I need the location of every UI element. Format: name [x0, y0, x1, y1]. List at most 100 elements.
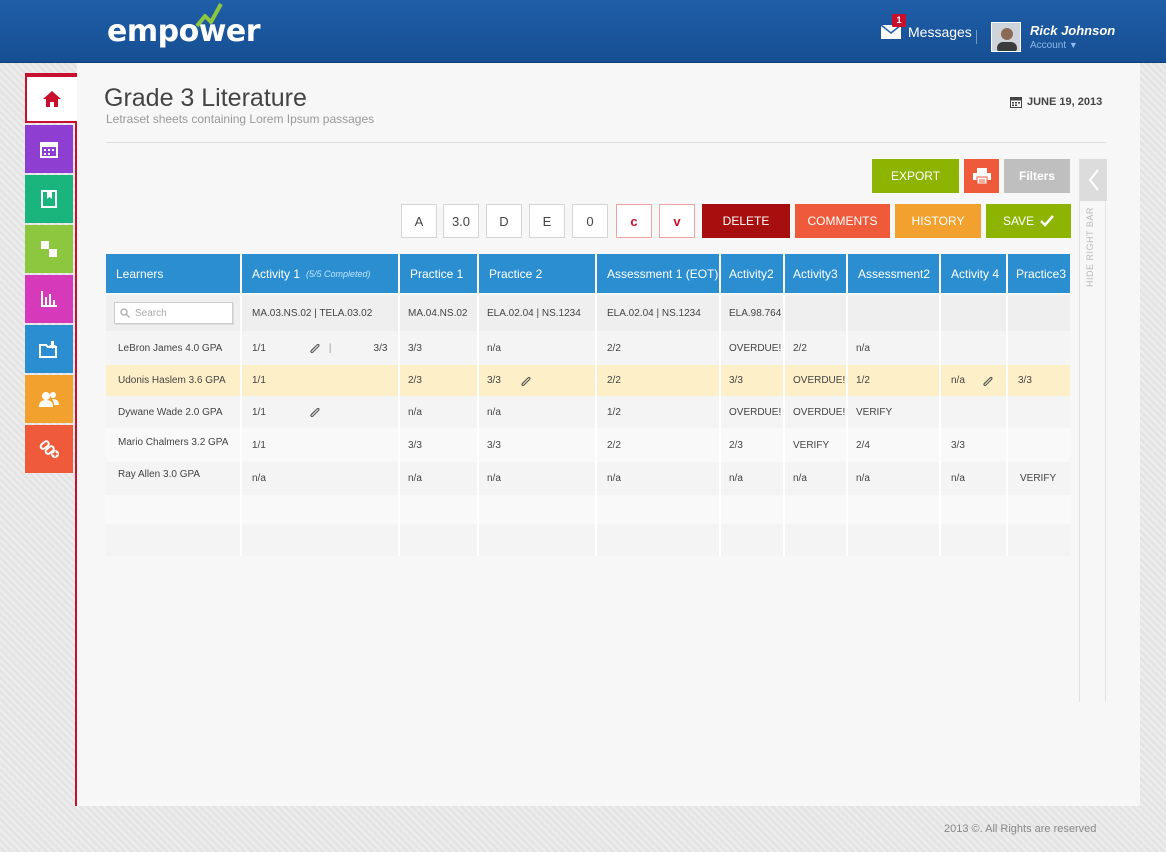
grade-cell[interactable]: 3/3 [1008, 365, 1070, 396]
grade-cell[interactable]: n/a [479, 462, 597, 495]
table-row[interactable]: Ray Allen 3.0 GPA n/a n/a n/a n/a n/a n/… [106, 462, 1070, 495]
grade-cell[interactable]: n/a [941, 365, 1008, 396]
save-button[interactable]: SAVE [986, 204, 1071, 238]
sidebar-item-links[interactable] [25, 425, 73, 473]
grade-button-e[interactable]: E [529, 204, 565, 238]
column-header-activity3[interactable]: Activity3 [785, 254, 848, 293]
learner-name[interactable]: LeBron James 4.0 GPA [106, 331, 242, 365]
grade-cell[interactable] [941, 331, 1008, 365]
comments-button[interactable]: COMMENTS [795, 204, 890, 238]
grade-cell[interactable]: 2/2 [785, 331, 848, 365]
logo[interactable]: empower [107, 3, 261, 54]
filters-button[interactable]: Filters [1004, 159, 1070, 193]
search-input[interactable]: Search [114, 302, 233, 324]
grade-cell[interactable]: n/a [785, 462, 848, 495]
grade-cell[interactable]: OVERDUE! [785, 365, 848, 396]
grade-cell[interactable]: 3/3 [400, 428, 479, 462]
learner-name[interactable]: Ray Allen 3.0 GPA [106, 462, 242, 495]
grade-cell[interactable]: 1/1 [242, 365, 400, 396]
grade-cell[interactable]: n/a [848, 331, 941, 365]
grade-button-a[interactable]: A [401, 204, 437, 238]
grade-cell[interactable] [941, 396, 1008, 428]
sidebar-item-book[interactable] [25, 175, 73, 223]
user-name[interactable]: Rick Johnson [1030, 23, 1115, 38]
column-header-activity-1[interactable]: Activity 1 (5/5 Completed) [242, 254, 400, 293]
header-divider [976, 30, 977, 44]
account-link[interactable]: Account ▼ [1030, 40, 1078, 51]
grade-cell[interactable] [1008, 428, 1070, 462]
grade-cell[interactable] [1008, 396, 1070, 428]
grade-button-0[interactable]: 0 [572, 204, 608, 238]
grade-cell[interactable]: VERIFY [848, 396, 941, 428]
sidebar-item-home[interactable] [25, 75, 77, 123]
sidebar-item-files[interactable] [25, 325, 73, 373]
grade-cell[interactable]: 1/1 [242, 428, 400, 462]
grade-cell[interactable]: VERIFY [785, 428, 848, 462]
grade-cell[interactable]: n/a [479, 396, 597, 428]
sidebar-item-users[interactable] [25, 375, 73, 423]
grade-cell[interactable]: n/a [848, 462, 941, 495]
hide-right-bar[interactable]: HIDE RIGHT BAR [1079, 159, 1107, 702]
learner-name[interactable]: Mario Chalmers 3.2 GPA [106, 428, 242, 462]
grade-cell[interactable]: n/a [721, 462, 785, 495]
column-header-practice-2[interactable]: Practice 2 [479, 254, 597, 293]
grade-cell[interactable]: 2/3 [400, 365, 479, 396]
table-row[interactable]: Mario Chalmers 3.2 GPA 1/1 3/3 3/3 2/2 2… [106, 428, 1070, 462]
grade-cell[interactable]: 2/3 [721, 428, 785, 462]
messages-link[interactable]: 1 Messages [880, 14, 972, 40]
column-header-assessment2[interactable]: Assessment2 [848, 254, 941, 293]
grade-cell[interactable]: 1/1 | 3/3 [242, 331, 400, 365]
chevron-left-icon[interactable] [1080, 159, 1107, 201]
learner-name[interactable]: Udonis Haslem 3.6 GPA [106, 365, 242, 396]
grade-cell[interactable]: OVERDUE! [785, 396, 848, 428]
grade-cell[interactable] [1008, 331, 1070, 365]
sidebar-item-reports[interactable] [25, 275, 73, 323]
grade-cell[interactable]: 3/3 [479, 428, 597, 462]
column-header-assessment-1[interactable]: Assessment 1 (EOT) [597, 254, 721, 293]
column-header-practice3[interactable]: Practice3 [1008, 254, 1070, 293]
grade-button-v[interactable]: v [659, 204, 695, 238]
export-button[interactable]: EXPORT [872, 159, 959, 193]
column-header-practice-1[interactable]: Practice 1 [400, 254, 479, 293]
table-row-selected[interactable]: Udonis Haslem 3.6 GPA 1/1 2/3 3/3 2/2 3/… [106, 365, 1070, 396]
history-button[interactable]: HISTORY [895, 204, 981, 238]
grade-cell[interactable]: 1/1 [242, 396, 400, 428]
grade-cell[interactable]: OVERDUE! [721, 396, 785, 428]
grade-cell[interactable]: n/a [597, 462, 721, 495]
grade-cell[interactable]: 3/3 [479, 365, 597, 396]
grade-cell[interactable]: n/a [400, 396, 479, 428]
grade-cell[interactable]: 2/4 [848, 428, 941, 462]
grade-button-3-0[interactable]: 3.0 [443, 204, 479, 238]
grade-cell[interactable]: n/a [941, 462, 1008, 495]
grade-cell[interactable]: 2/2 [597, 331, 721, 365]
grade-cell[interactable]: 1/2 [597, 396, 721, 428]
grade-cell[interactable]: 1/2 [848, 365, 941, 396]
column-header-activity2[interactable]: Activity2 [721, 254, 785, 293]
grade-cell[interactable]: n/a [479, 331, 597, 365]
column-header-learners[interactable]: Learners [106, 254, 242, 293]
print-button[interactable] [964, 159, 999, 193]
delete-button[interactable]: DELETE [702, 204, 790, 238]
grade-cell[interactable]: 2/2 [597, 365, 721, 396]
grade-button-d[interactable]: D [486, 204, 522, 238]
learner-name[interactable]: Dywane Wade 2.0 GPA [106, 396, 242, 428]
grade-cell[interactable]: OVERDUE! [721, 331, 785, 365]
sidebar-item-calendar[interactable] [25, 125, 73, 173]
column-header-activity-4[interactable]: Activity 4 [941, 254, 1008, 293]
paperclip-icon[interactable] [308, 343, 320, 353]
grade-cell[interactable]: n/a [242, 462, 400, 495]
paperclip-icon[interactable] [308, 407, 320, 417]
sidebar-item-grid[interactable] [25, 225, 73, 273]
paperclip-icon[interactable] [981, 376, 993, 386]
grade-cell[interactable]: n/a [400, 462, 479, 495]
table-row[interactable]: Dywane Wade 2.0 GPA 1/1 n/a n/a 1/2 OVER… [106, 396, 1070, 428]
grade-button-c[interactable]: c [616, 204, 652, 238]
grade-cell[interactable]: 3/3 [941, 428, 1008, 462]
avatar[interactable] [991, 22, 1021, 52]
grade-cell[interactable]: 3/3 [721, 365, 785, 396]
grade-cell[interactable]: VERIFY [1008, 462, 1070, 495]
grade-cell[interactable]: 2/2 [597, 428, 721, 462]
grade-cell[interactable]: 3/3 [400, 331, 479, 365]
paperclip-icon[interactable] [519, 376, 531, 386]
table-row[interactable]: LeBron James 4.0 GPA 1/1 | 3/3 3/3 n/a 2… [106, 331, 1070, 365]
